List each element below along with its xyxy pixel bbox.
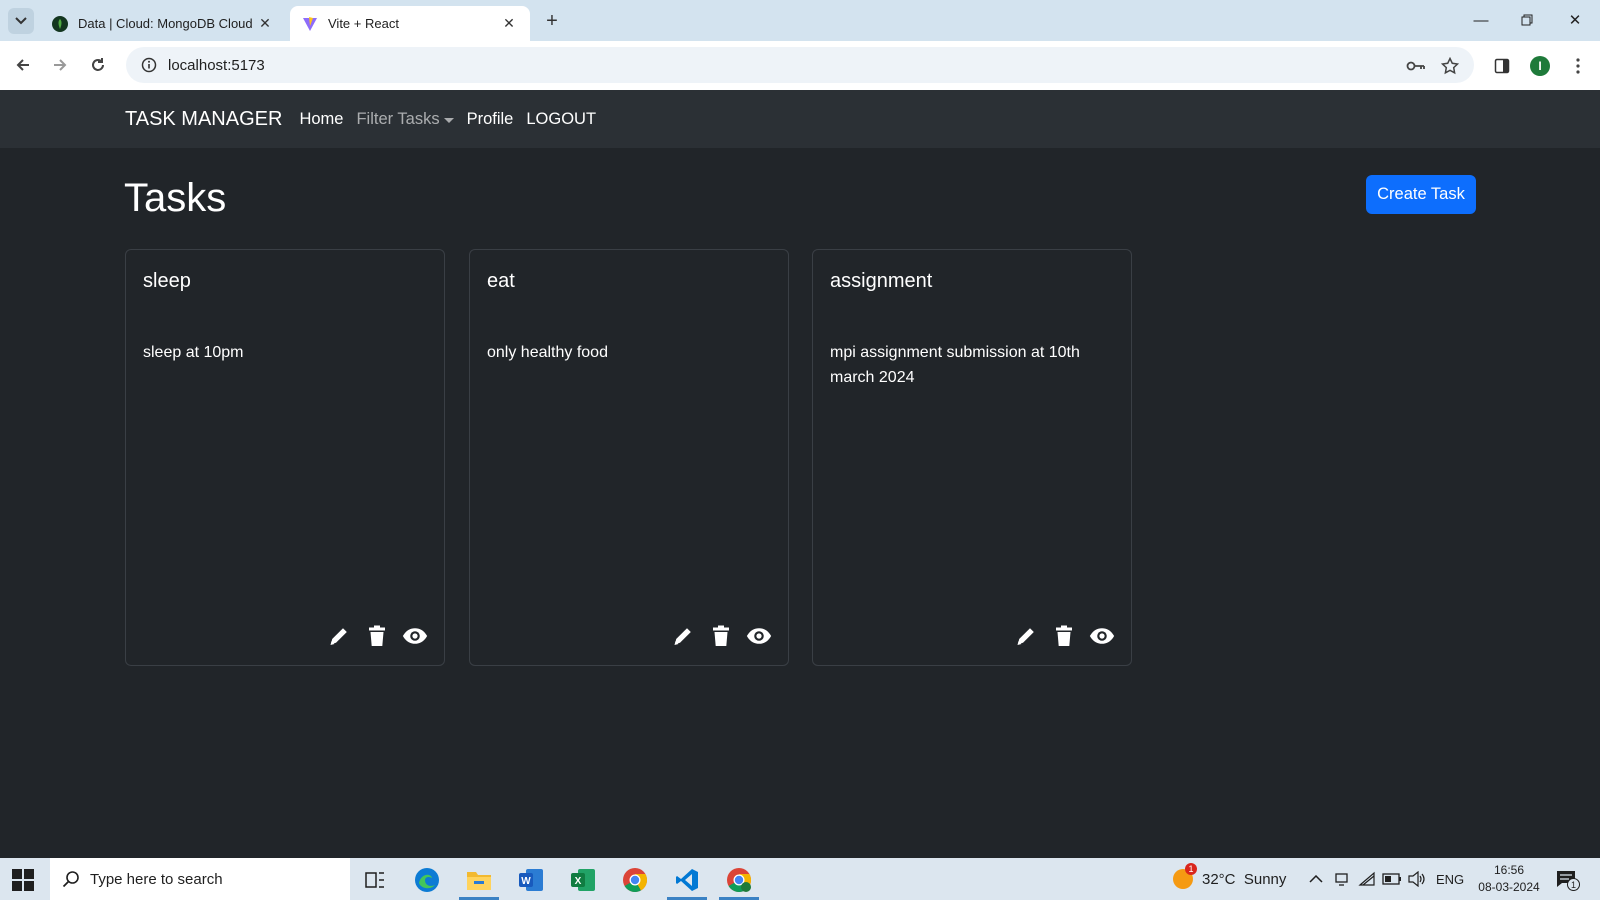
system-clock[interactable]: 16:56 08-03-2024 xyxy=(1474,862,1544,896)
mongodb-leaf-icon xyxy=(52,15,68,32)
new-tab-button[interactable]: + xyxy=(540,10,564,32)
task-description: sleep at 10pm xyxy=(143,344,244,361)
nav-filter-tasks-dropdown[interactable]: Filter Tasks xyxy=(356,109,454,129)
side-panel-icon[interactable] xyxy=(1489,53,1515,79)
task-actions xyxy=(1013,623,1115,649)
address-bar[interactable]: localhost:5173 xyxy=(126,47,1474,83)
page-title: Tasks xyxy=(124,176,227,220)
close-window-button[interactable]: ✕ xyxy=(1560,8,1590,32)
view-eye-icon[interactable] xyxy=(1089,623,1115,649)
show-hidden-icons-chevron[interactable] xyxy=(1309,858,1323,900)
restore-button[interactable] xyxy=(1512,8,1542,32)
caret-down-icon xyxy=(443,117,454,123)
svg-text:W: W xyxy=(521,876,531,887)
weather-alert-badge: 1 xyxy=(1185,863,1197,875)
minimize-button[interactable]: — xyxy=(1466,8,1496,32)
reload-icon xyxy=(92,58,104,71)
view-eye-icon[interactable] xyxy=(746,623,772,649)
nav-filter-tasks-label: Filter Tasks xyxy=(356,109,440,128)
nav-logout[interactable]: LOGOUT xyxy=(526,110,596,129)
tab-search-button[interactable] xyxy=(8,8,34,34)
arrow-left-icon xyxy=(16,59,29,71)
delete-trash-icon[interactable] xyxy=(708,623,734,649)
search-icon xyxy=(62,870,80,888)
app-navbar: TASK MANAGER Home Filter Tasks Profile L… xyxy=(0,90,1600,148)
word-icon[interactable]: W xyxy=(511,864,551,896)
create-task-button[interactable]: Create Task xyxy=(1366,175,1476,214)
language-indicator[interactable]: ENG xyxy=(1436,858,1464,900)
vscode-icon[interactable] xyxy=(667,864,707,900)
windows-taskbar: Type here to search W X 1 32°C Sunny ENG… xyxy=(0,858,1600,900)
kebab-menu-icon[interactable] xyxy=(1565,53,1591,79)
reload-button[interactable] xyxy=(84,51,112,79)
arrow-right-icon xyxy=(54,59,67,71)
chrome-icon[interactable] xyxy=(615,864,655,896)
weather-text: 32°C Sunny xyxy=(1202,870,1287,888)
meet-now-icon[interactable] xyxy=(1334,858,1350,900)
bookmark-star-icon[interactable] xyxy=(1437,53,1463,79)
sun-icon: 1 xyxy=(1172,863,1197,890)
task-description: mpi assignment submission at 10th march … xyxy=(830,344,1080,386)
chevron-up-icon xyxy=(1309,875,1323,883)
password-key-icon[interactable] xyxy=(1403,53,1429,79)
url-text: localhost:5173 xyxy=(168,56,265,74)
brand-link[interactable]: TASK MANAGER xyxy=(125,108,282,131)
restore-icon xyxy=(1521,14,1533,26)
volume-icon[interactable] xyxy=(1408,858,1426,900)
browser-toolbar: localhost:5173 I xyxy=(0,41,1600,90)
tab-mongodb[interactable]: Data | Cloud: MongoDB Cloud ✕ xyxy=(40,6,286,41)
view-eye-icon[interactable] xyxy=(402,623,428,649)
delete-trash-icon[interactable] xyxy=(364,623,390,649)
notification-count-badge: 1 xyxy=(1567,878,1580,891)
edit-pencil-icon[interactable] xyxy=(326,623,352,649)
edge-browser-icon[interactable] xyxy=(407,864,447,896)
close-icon[interactable]: ✕ xyxy=(256,15,274,33)
edit-pencil-icon[interactable] xyxy=(1013,623,1039,649)
task-card: sleep sleep at 10pm xyxy=(125,249,445,666)
excel-icon[interactable]: X xyxy=(563,864,603,896)
task-view-icon[interactable] xyxy=(355,864,395,896)
task-title: assignment xyxy=(830,270,933,292)
back-button[interactable] xyxy=(9,51,37,79)
task-card: assignment mpi assignment submission at … xyxy=(812,249,1132,666)
task-description: only healthy food xyxy=(487,344,608,361)
forward-button[interactable] xyxy=(46,51,74,79)
site-info-icon[interactable] xyxy=(140,56,158,74)
task-title: eat xyxy=(487,270,515,292)
browser-tab-bar: Data | Cloud: MongoDB Cloud ✕ Vite + Rea… xyxy=(0,0,1600,41)
edit-pencil-icon[interactable] xyxy=(670,623,696,649)
chrome-profile-icon[interactable] xyxy=(719,864,759,900)
task-actions xyxy=(670,623,772,649)
notification-center-icon[interactable]: 1 xyxy=(1556,858,1580,900)
task-actions xyxy=(326,623,428,649)
nav-home[interactable]: Home xyxy=(299,110,343,129)
nav-profile[interactable]: Profile xyxy=(467,110,514,129)
clock-time: 16:56 xyxy=(1493,863,1525,877)
delete-trash-icon[interactable] xyxy=(1051,623,1077,649)
tab-vite-react[interactable]: Vite + React ✕ xyxy=(290,6,530,41)
taskbar-search-box[interactable]: Type here to search xyxy=(50,858,350,900)
clock-date: 08-03-2024 xyxy=(1478,880,1540,894)
close-icon[interactable]: ✕ xyxy=(500,15,518,33)
battery-icon[interactable] xyxy=(1382,858,1402,900)
profile-avatar[interactable]: I xyxy=(1527,53,1553,79)
windows-start-icon[interactable] xyxy=(12,869,34,891)
file-explorer-icon[interactable] xyxy=(459,864,499,900)
weather-widget[interactable]: 1 32°C Sunny xyxy=(1172,858,1286,900)
search-placeholder: Type here to search xyxy=(90,870,223,888)
task-card: eat only healthy food xyxy=(469,249,789,666)
vite-logo-icon xyxy=(302,16,318,32)
tab-title: Vite + React xyxy=(328,16,399,31)
tab-title: Data | Cloud: MongoDB Cloud xyxy=(78,16,253,31)
chevron-down-icon xyxy=(15,17,27,25)
svg-text:X: X xyxy=(575,876,582,887)
wifi-icon[interactable] xyxy=(1358,858,1376,900)
task-title: sleep xyxy=(143,270,191,292)
